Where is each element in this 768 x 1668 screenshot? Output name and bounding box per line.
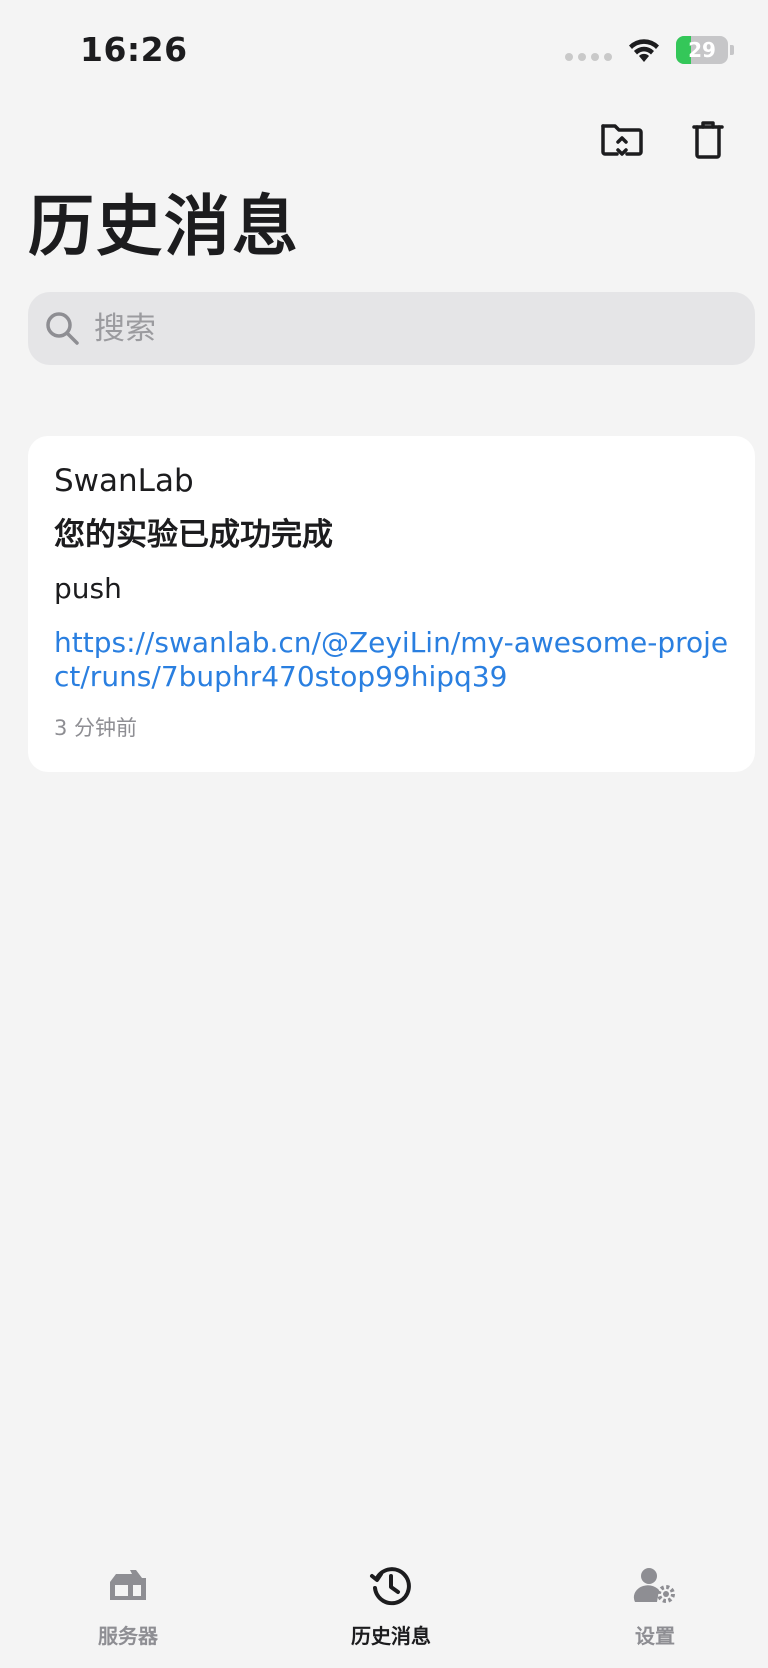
tab-history[interactable]: 历史消息 bbox=[311, 1562, 471, 1649]
search-input[interactable] bbox=[94, 292, 755, 365]
screen: 16:26 29 历史消息 搜索 SwanLab 您的实验已成功完成 push … bbox=[0, 0, 768, 1668]
trash-button[interactable] bbox=[680, 112, 736, 168]
battery-icon: 29 bbox=[676, 36, 728, 64]
tab-settings[interactable]: 设置 bbox=[575, 1562, 735, 1649]
wifi-icon bbox=[629, 39, 659, 62]
user-settings-icon bbox=[631, 1562, 679, 1610]
trash-icon bbox=[692, 121, 724, 159]
tab-servers[interactable]: 服务器 bbox=[48, 1562, 208, 1649]
search-icon bbox=[46, 311, 79, 345]
page-title: 历史消息 bbox=[28, 188, 300, 265]
message-url-link[interactable]: https://swanlab.cn/@ZeyiLin/my-awesome-p… bbox=[54, 626, 734, 694]
tab-bar: 服务器 历史消息 设置 bbox=[0, 1548, 768, 1668]
server-icon bbox=[104, 1562, 152, 1610]
message-timestamp: 3 分钟前 bbox=[54, 715, 138, 740]
message-group: SwanLab bbox=[54, 463, 194, 499]
message-body: push bbox=[54, 572, 122, 606]
tab-label-settings: 设置 bbox=[635, 1624, 675, 1648]
message-card[interactable]: SwanLab 您的实验已成功完成 push https://swanlab.c… bbox=[28, 436, 755, 772]
cellular-signal-icon bbox=[565, 53, 612, 61]
history-icon bbox=[367, 1562, 415, 1610]
folder-badge-button[interactable] bbox=[594, 112, 650, 168]
tab-label-history: 历史消息 bbox=[351, 1624, 431, 1648]
tab-label-servers: 服务器 bbox=[98, 1624, 158, 1648]
status-indicators: 29 bbox=[565, 36, 734, 64]
battery-cap bbox=[730, 45, 734, 55]
status-time: 16:26 bbox=[80, 30, 188, 69]
message-title: 您的实验已成功完成 bbox=[54, 517, 333, 553]
search-bar[interactable] bbox=[28, 292, 755, 365]
folder-badge-icon bbox=[601, 124, 643, 156]
battery-level-text: 29 bbox=[688, 38, 716, 62]
